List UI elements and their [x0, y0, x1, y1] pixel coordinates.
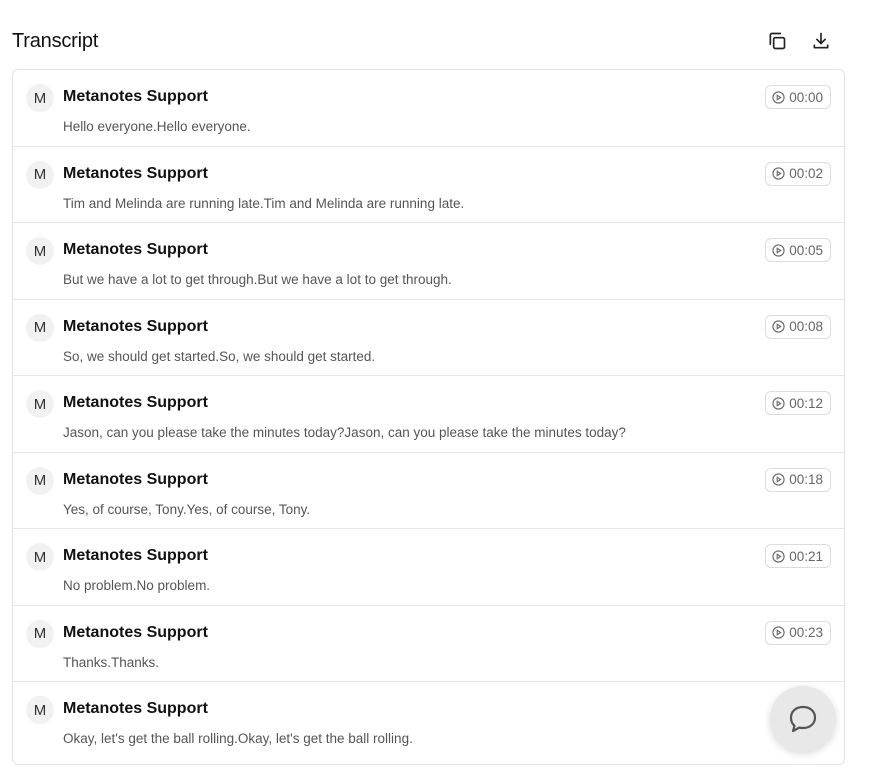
- timestamp-play-button[interactable]: 00:05: [765, 238, 831, 262]
- transcript-text: But we have a lot to get through.But we …: [63, 272, 452, 287]
- timestamp-play-button[interactable]: 00:21: [765, 544, 831, 568]
- transcript-text: Hello everyone.Hello everyone.: [63, 119, 251, 134]
- avatar: M: [26, 313, 54, 342]
- timestamp-label: 00:00: [789, 89, 823, 105]
- copy-button[interactable]: [763, 27, 791, 55]
- avatar: M: [26, 696, 54, 724]
- speaker-name: Metanotes Support: [63, 623, 208, 641]
- play-circle-icon: [772, 626, 785, 639]
- timestamp-play-button[interactable]: 00:18: [765, 467, 831, 492]
- speaker-name: Metanotes Support: [63, 164, 208, 182]
- timestamp-label: 00:05: [789, 242, 823, 258]
- play-circle-icon: [772, 473, 785, 486]
- download-button[interactable]: [807, 27, 835, 55]
- play-circle-icon: [772, 90, 785, 104]
- avatar: M: [26, 160, 54, 189]
- timestamp-label: 00:18: [789, 472, 823, 487]
- timestamp-label: 00:08: [789, 319, 823, 334]
- play-circle-icon: [772, 396, 785, 410]
- timestamp-play-button[interactable]: 00:23: [765, 620, 831, 645]
- speaker-name: Metanotes Support: [63, 470, 208, 488]
- avatar: M: [26, 466, 54, 495]
- download-icon: [813, 32, 829, 49]
- transcript-text: Okay, let's get the ball rolling.Okay, l…: [63, 731, 413, 746]
- header-actions: [763, 27, 835, 55]
- avatar: M: [26, 84, 54, 112]
- chat-widget-button[interactable]: [770, 686, 836, 752]
- transcript-entry: M Metanotes Support Yes, of course, Tony.Y…: [13, 453, 844, 529]
- transcript-entry: M Metanotes Support Tim and Melinda are ru…: [13, 147, 844, 223]
- avatar: M: [26, 543, 54, 571]
- transcript-entry: M Metanotes Support Okay, let's get the ba…: [13, 682, 844, 759]
- avatar: M: [26, 237, 54, 265]
- play-circle-icon: [772, 320, 785, 333]
- avatar: M: [26, 619, 54, 648]
- transcript-text: Thanks.Thanks.: [63, 654, 160, 670]
- speaker-name: Metanotes Support: [63, 394, 208, 411]
- transcript-entry: M Metanotes Support Hello everyone.Hello e…: [13, 70, 844, 147]
- transcript-header: Transcript: [12, 24, 845, 58]
- transcript-text: No problem.No problem.: [63, 578, 211, 593]
- play-circle-icon: [772, 167, 785, 180]
- transcript-list: M Metanotes Support Hello everyone.Hello e…: [12, 69, 845, 765]
- timestamp-play-button[interactable]: 00:12: [765, 391, 831, 415]
- transcript-entry: M Metanotes Support Thanks.Thanks. 00:23: [13, 606, 844, 682]
- transcript-text: Yes, of course, Tony.Yes, of course, Ton…: [63, 501, 311, 517]
- page-title: Transcript: [12, 29, 99, 52]
- timestamp-play-button[interactable]: 00:00: [765, 85, 831, 109]
- timestamp-label: 00:21: [789, 548, 823, 564]
- transcript-entry: M Metanotes Support So, we should get star…: [13, 300, 844, 376]
- transcript-text: Jason, can you please take the minutes t…: [63, 425, 626, 440]
- chat-bubble-icon: [789, 705, 817, 733]
- transcript-entry: M Metanotes Support No problem.No problem.…: [13, 529, 844, 606]
- play-circle-icon: [772, 549, 785, 563]
- speaker-name: Metanotes Support: [63, 547, 208, 564]
- avatar: M: [26, 390, 54, 418]
- speaker-name: Metanotes Support: [63, 241, 208, 258]
- timestamp-label: 00:02: [789, 166, 823, 181]
- copy-icon: [769, 32, 786, 50]
- transcript-entry: M Metanotes Support Jason, can you please …: [13, 376, 844, 453]
- speaker-name: Metanotes Support: [63, 317, 208, 335]
- timestamp-label: 00:12: [789, 395, 823, 411]
- play-circle-icon: [772, 243, 785, 257]
- transcript-text: So, we should get started.So, we should …: [63, 348, 376, 364]
- transcript-text: Tim and Melinda are running late.Tim and…: [63, 195, 465, 211]
- transcript-entry: M Metanotes Support But we have a lot to g…: [13, 223, 844, 300]
- timestamp-label: 00:23: [789, 625, 823, 640]
- speaker-name: Metanotes Support: [63, 700, 208, 717]
- timestamp-play-button[interactable]: 00:08: [765, 314, 831, 339]
- timestamp-play-button[interactable]: 00:02: [765, 161, 831, 186]
- speaker-name: Metanotes Support: [63, 88, 208, 105]
